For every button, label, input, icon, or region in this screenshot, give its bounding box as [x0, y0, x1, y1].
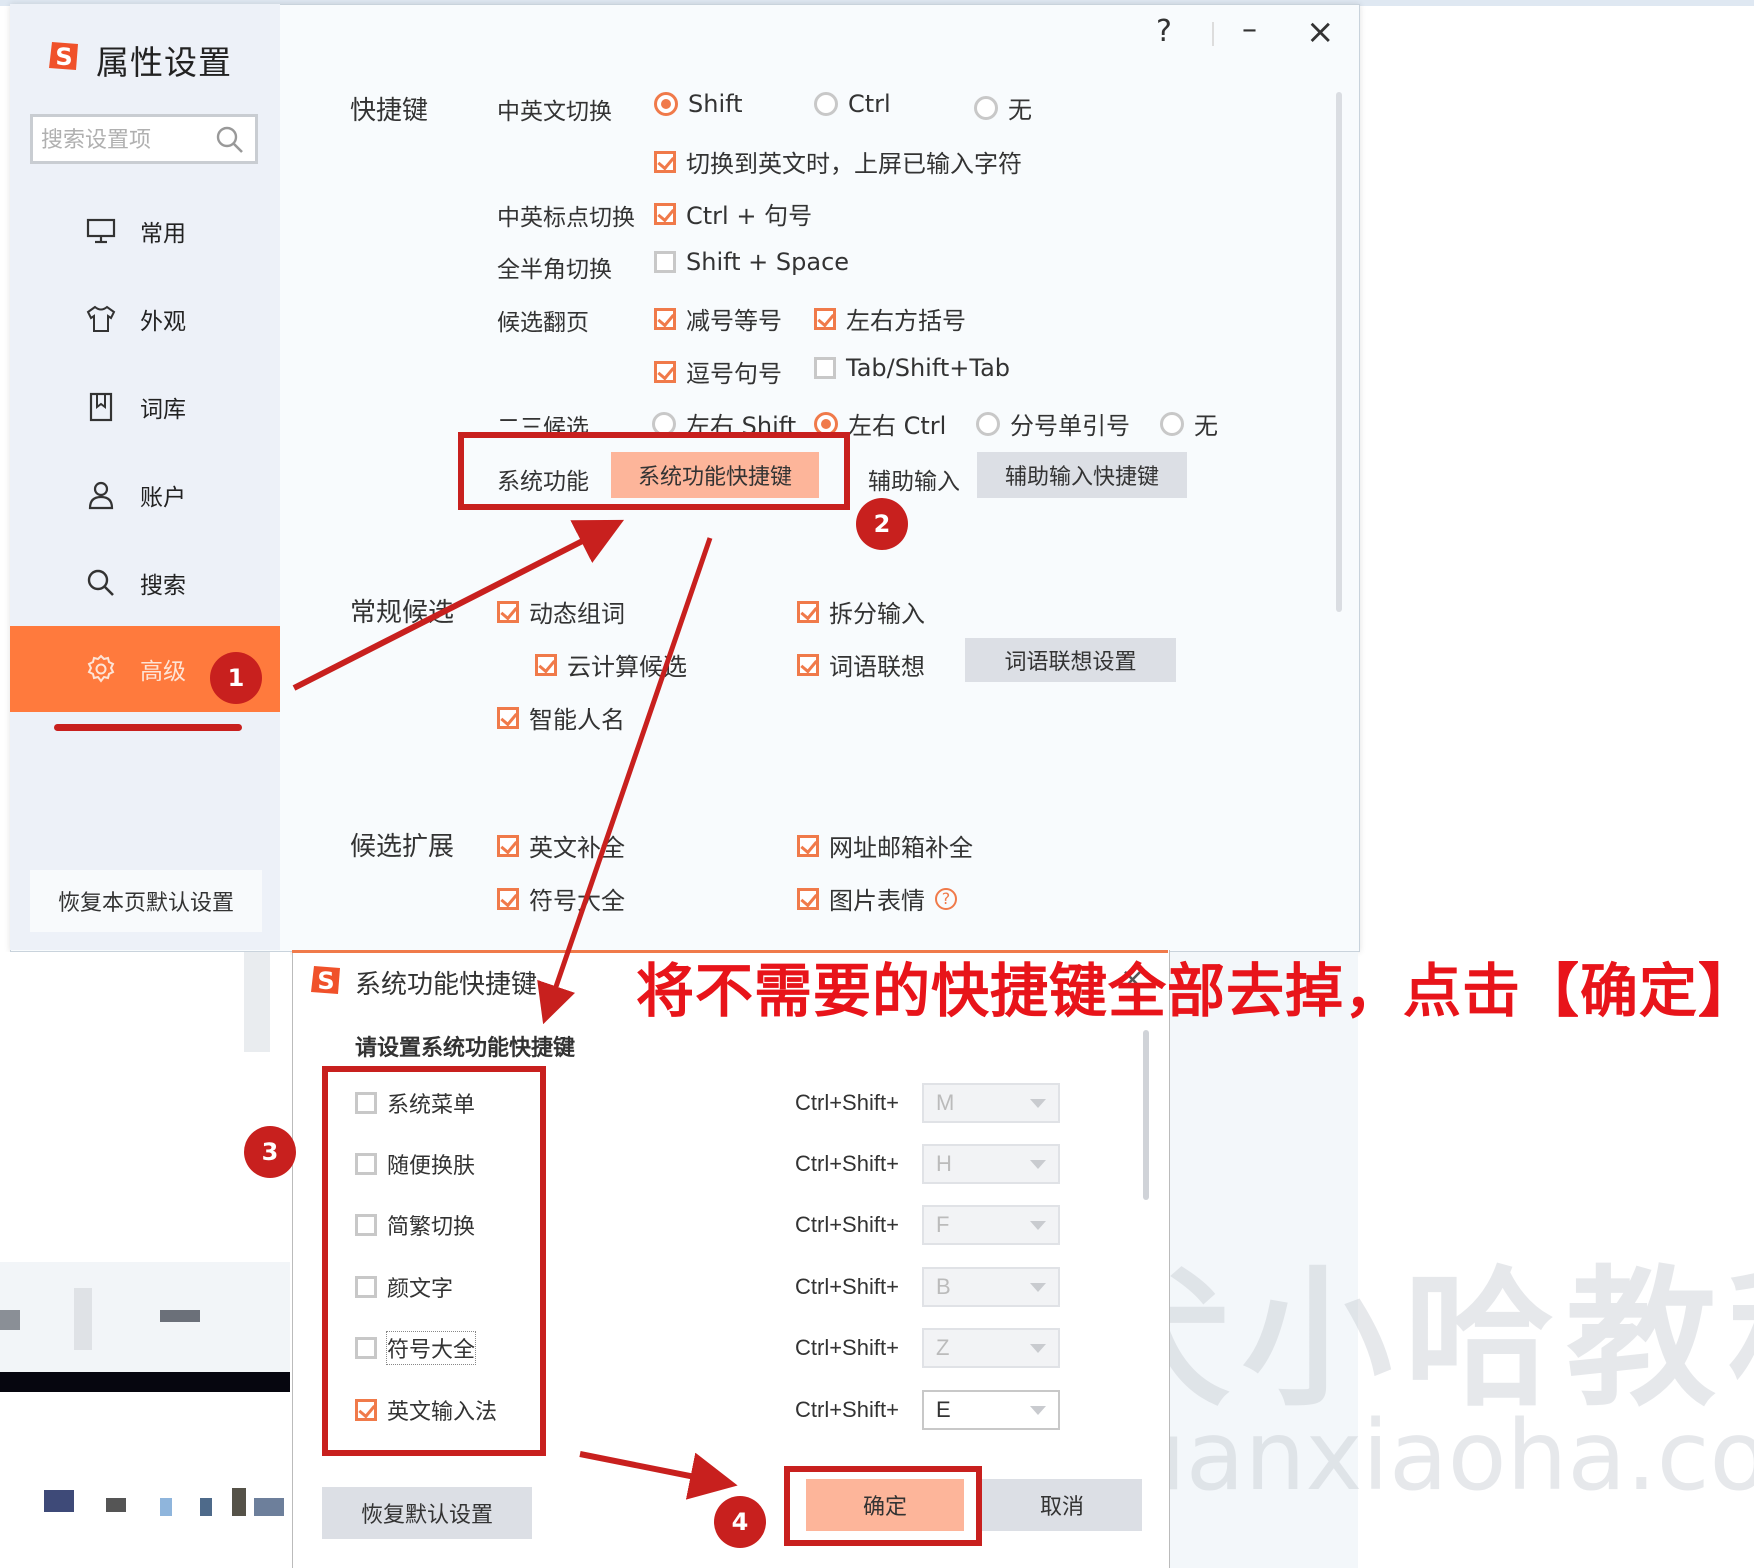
arrow-2-to-dialog — [537, 537, 713, 1025]
arrow-1-to-2 — [292, 519, 625, 691]
arrow-3-to-4 — [579, 1451, 738, 1500]
annotation-arrows — [292, 519, 738, 1500]
